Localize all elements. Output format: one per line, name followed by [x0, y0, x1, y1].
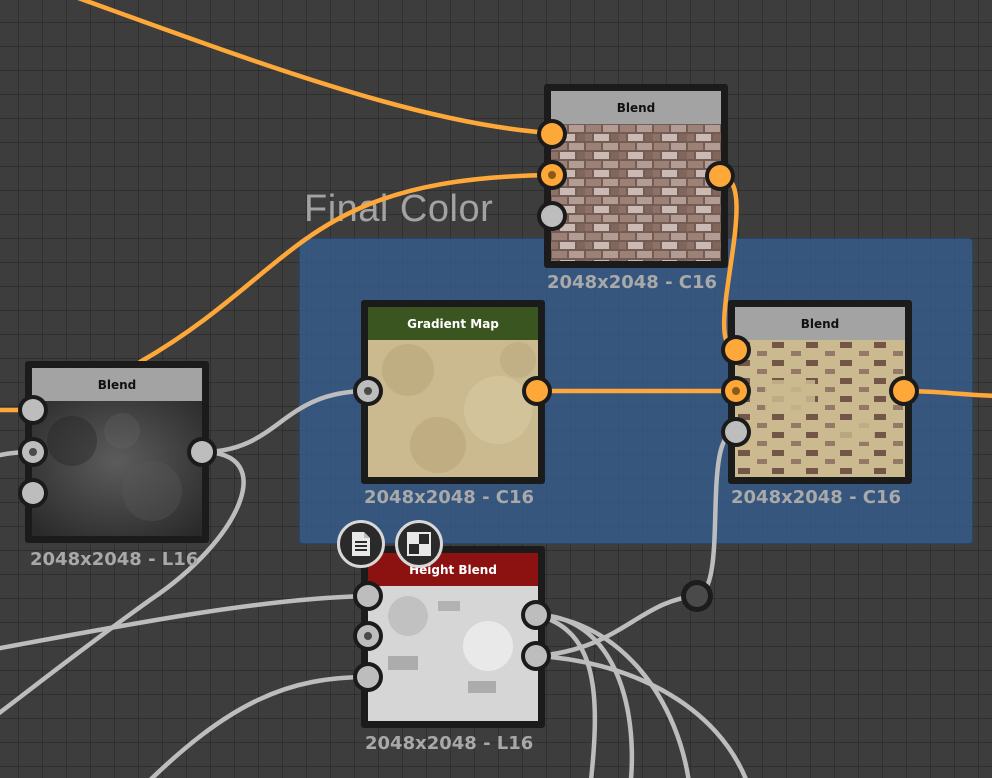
document-icon — [350, 531, 372, 557]
wire-junction[interactable] — [681, 580, 713, 612]
height-blend-input-1[interactable] — [353, 581, 383, 611]
node-header: Blend — [32, 368, 202, 401]
blend-right-input-1[interactable] — [721, 335, 751, 365]
height-blend-resolution: 2048x2048 - L16 — [365, 733, 534, 754]
blend-left-input-1[interactable] — [18, 395, 48, 425]
blend-left-resolution: 2048x2048 - L16 — [30, 549, 199, 570]
blend-top-output[interactable] — [705, 161, 735, 191]
brick-texture-thumbnail — [551, 124, 721, 261]
wire-gray-height-out-b — [533, 612, 691, 778]
sand-brick-texture-thumbnail — [735, 340, 905, 477]
node-blend-right[interactable]: Blend — [728, 300, 912, 484]
blend-right-input-3[interactable] — [721, 417, 751, 447]
node-header: Height Blend — [368, 553, 538, 586]
blend-left-input-2[interactable] — [18, 437, 48, 467]
checker-icon — [407, 532, 431, 556]
grunge-texture-thumbnail — [32, 401, 202, 536]
node-header: Blend — [551, 91, 721, 124]
blend-top-input-3[interactable] — [537, 201, 567, 231]
height-blend-output-1[interactable] — [521, 600, 551, 630]
wire-gray-height-out-a — [533, 612, 635, 778]
node-gradient-map[interactable]: Gradient Map — [361, 300, 545, 484]
blend-left-output[interactable] — [187, 437, 217, 467]
blend-right-resolution: 2048x2048 - C16 — [731, 487, 902, 508]
blend-right-output[interactable] — [889, 376, 919, 406]
blend-top-input-2[interactable] — [537, 160, 567, 190]
sand-texture-thumbnail — [368, 340, 538, 477]
wire-gray-to-height-1 — [0, 593, 371, 651]
height-blend-output-2[interactable] — [521, 641, 551, 671]
checker-button[interactable] — [395, 520, 443, 568]
wire-gray-left-to-gradient — [199, 388, 371, 455]
wire-orange-top — [77, 0, 555, 136]
wire-gray-to-height-3 — [149, 674, 371, 778]
node-header: Gradient Map — [368, 307, 538, 340]
height-blend-input-3[interactable] — [353, 662, 383, 692]
blend-left-input-3[interactable] — [18, 478, 48, 508]
document-button[interactable] — [337, 520, 385, 568]
height-texture-thumbnail — [368, 586, 538, 721]
gradient-map-input[interactable] — [353, 376, 383, 406]
node-blend-left[interactable]: Blend — [25, 361, 209, 543]
gradient-map-output[interactable] — [522, 376, 552, 406]
blend-top-resolution: 2048x2048 - C16 — [547, 272, 718, 293]
node-blend-top[interactable]: Blend — [544, 84, 728, 268]
height-blend-input-2[interactable] — [353, 621, 383, 651]
node-height-blend[interactable]: Height Blend — [361, 546, 545, 728]
node-header: Blend — [735, 307, 905, 340]
gradient-map-resolution: 2048x2048 - C16 — [364, 487, 535, 508]
blend-top-input-1[interactable] — [537, 119, 567, 149]
blend-right-input-2[interactable] — [721, 376, 751, 406]
